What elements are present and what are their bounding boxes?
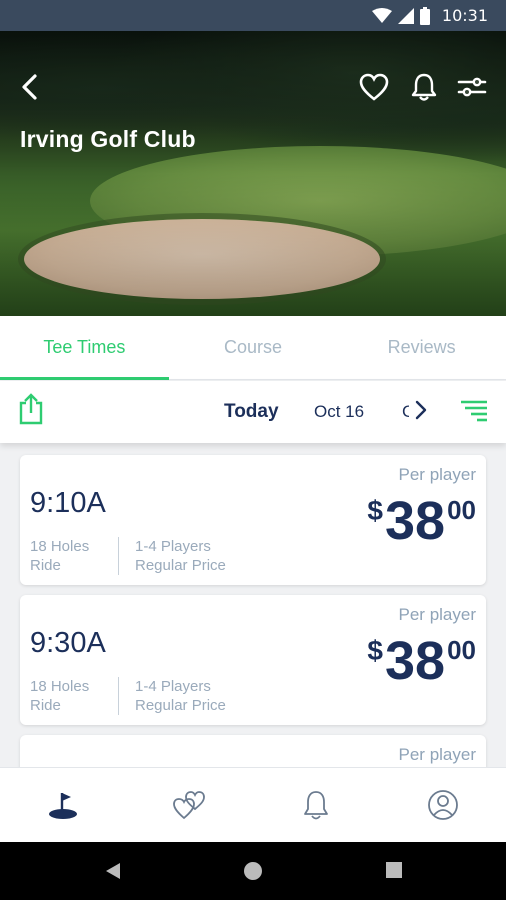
date-oct-16[interactable]: Oct 16 [314, 402, 364, 422]
per-player-label: Per player [398, 745, 476, 764]
system-back-button[interactable] [104, 861, 122, 886]
square-recents-icon [386, 862, 402, 878]
course-title: Irving Golf Club [20, 126, 196, 152]
price-currency: $ [367, 495, 383, 526]
settings-button[interactable] [456, 71, 488, 103]
system-home-button[interactable] [243, 861, 263, 886]
back-arrow-icon [22, 74, 37, 100]
nav-alerts[interactable] [253, 768, 380, 842]
tab-bar: Tee Times Course Reviews [0, 316, 506, 380]
hearts-icon [172, 791, 205, 820]
tab-reviews[interactable]: Reviews [337, 316, 506, 379]
date-today[interactable]: Today [224, 401, 279, 423]
players-label: 1-4 Players [135, 538, 211, 555]
tee-time-card[interactable]: Per player 9:10A $ 38 00 18 Holes Ride 1… [20, 455, 486, 585]
tee-time: 9:10A [30, 487, 106, 519]
bottom-nav [0, 767, 506, 842]
date-bar: Today Oct 16 C [0, 381, 506, 443]
price-cents: 00 [447, 635, 476, 665]
battery-icon [419, 6, 430, 25]
signal-icon [397, 7, 414, 24]
holes-info: 18 Holes Ride [30, 677, 89, 715]
nav-golf[interactable] [0, 768, 127, 842]
sort-lines-icon [461, 400, 487, 422]
per-player-label: Per player [398, 605, 476, 624]
share-button[interactable] [18, 393, 44, 430]
sort-button[interactable] [459, 399, 489, 428]
profile-icon [427, 790, 458, 820]
price-cents: 00 [447, 495, 476, 525]
tab-course[interactable]: Course [169, 316, 338, 379]
chevron-right-icon [415, 400, 427, 420]
rate-label: Regular Price [135, 697, 226, 714]
next-date-button[interactable] [414, 399, 428, 426]
favorite-button[interactable] [358, 71, 390, 103]
players-info: 1-4 Players Regular Price [118, 677, 226, 715]
players-label: 1-4 Players [135, 678, 211, 695]
price-whole: 38 [385, 631, 446, 691]
cart-label: Ride [30, 557, 61, 574]
price-whole: 38 [385, 491, 446, 551]
nav-profile[interactable] [380, 768, 506, 842]
price-currency: $ [367, 635, 383, 666]
tab-tee-times[interactable]: Tee Times [0, 316, 169, 380]
share-icon [19, 393, 43, 425]
price: $ 38 00 [367, 631, 476, 691]
status-time: 10:31 [441, 6, 488, 25]
holes-label: 18 Holes [30, 678, 90, 695]
golf-flag-icon [49, 793, 78, 819]
tee-time: 9:30A [30, 627, 106, 659]
bell-icon [411, 73, 437, 101]
bell-icon [304, 791, 329, 820]
heart-icon [359, 73, 389, 101]
per-player-label: Per player [398, 465, 476, 484]
hero-image: Irving Golf Club [0, 31, 506, 316]
sliders-icon [457, 77, 487, 97]
rate-label: Regular Price [135, 557, 226, 574]
system-recents-button[interactable] [385, 861, 403, 884]
cart-label: Ride [30, 697, 61, 714]
back-button[interactable] [14, 71, 46, 103]
holes-info: 18 Holes Ride [30, 537, 89, 575]
date-partial[interactable]: C [402, 402, 409, 422]
wifi-icon [371, 7, 392, 23]
tee-time-card[interactable]: Per player 9:30A $ 38 00 18 Holes Ride 1… [20, 595, 486, 725]
price: $ 38 00 [367, 491, 476, 551]
system-nav-bar [0, 842, 506, 900]
holes-label: 18 Holes [30, 538, 90, 555]
status-bar: 10:31 [0, 0, 506, 31]
triangle-back-icon [106, 863, 120, 879]
nav-favorites[interactable] [127, 768, 254, 842]
circle-home-icon [244, 862, 262, 880]
alert-button[interactable] [408, 71, 440, 103]
players-info: 1-4 Players Regular Price [118, 537, 226, 575]
